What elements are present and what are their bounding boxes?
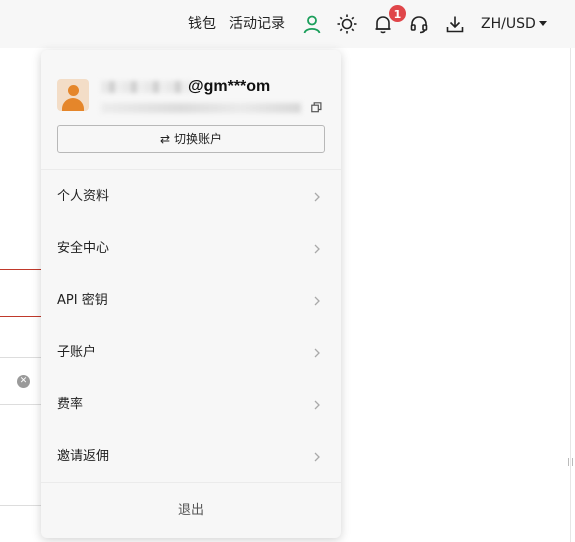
account-dropdown: @gm***om ⇄ 切换账户 个人资料 安全中心 API 密钥 子账户 费率 … [41, 50, 341, 538]
redacted-text [101, 81, 191, 93]
headset-icon[interactable] [408, 13, 430, 35]
menu-item-label: 邀请返佣 [57, 449, 110, 464]
menu-item-label: 安全中心 [57, 241, 110, 256]
background-divider [0, 404, 41, 405]
menu-item-referral[interactable]: 邀请返佣 [41, 431, 341, 483]
locale-currency-selector[interactable]: ZH/USD [481, 14, 536, 34]
redacted-uid [101, 103, 301, 113]
chevron-right-icon [312, 244, 322, 254]
menu-item-label: 个人资料 [57, 189, 110, 204]
menu-item-security[interactable]: 安全中心 [41, 223, 341, 275]
user-icon[interactable] [301, 13, 323, 35]
copy-icon[interactable] [311, 102, 322, 113]
logout-button[interactable]: 退出 [41, 498, 341, 524]
menu-item-label: 子账户 [57, 345, 97, 360]
divider [41, 169, 341, 170]
avatar [57, 79, 89, 111]
background-divider [0, 505, 41, 506]
menu-item-label: 费率 [57, 397, 84, 412]
switch-icon: ⇄ [159, 132, 171, 146]
sun-icon[interactable] [336, 13, 358, 35]
chevron-right-icon [312, 452, 322, 462]
clear-input-icon[interactable]: ✕ [17, 375, 30, 388]
notification-badge: 1 [388, 4, 407, 23]
background-divider [0, 357, 41, 358]
switch-account-label: 切换账户 [174, 132, 223, 146]
menu-item-profile[interactable]: 个人资料 [41, 171, 341, 223]
account-email: @gm***om [101, 77, 301, 97]
menu-item-api-keys[interactable]: API 密钥 [41, 275, 341, 327]
download-icon[interactable] [444, 13, 466, 35]
chevron-right-icon [312, 192, 322, 202]
menu-item-fees[interactable]: 费率 [41, 379, 341, 431]
divider [41, 482, 341, 483]
caret-down-icon[interactable] [539, 21, 547, 26]
top-navigation-bar: 钱包 活动记录 1 ZH/USD [0, 0, 575, 48]
menu-item-sub-accounts[interactable]: 子账户 [41, 327, 341, 379]
wallet-link[interactable]: 钱包 [188, 14, 216, 34]
scrollbar-handle[interactable] [568, 458, 573, 466]
menu-item-label: API 密钥 [57, 293, 108, 308]
email-suffix: @gm***om [188, 78, 271, 95]
background-divider [0, 316, 41, 317]
chevron-right-icon [312, 296, 322, 306]
chevron-right-icon [312, 400, 322, 410]
scrollbar-track [570, 48, 571, 542]
activity-log-link[interactable]: 活动记录 [229, 14, 285, 34]
switch-account-button[interactable]: ⇄ 切换账户 [57, 125, 325, 153]
chevron-right-icon [312, 348, 322, 358]
background-divider [0, 269, 41, 270]
